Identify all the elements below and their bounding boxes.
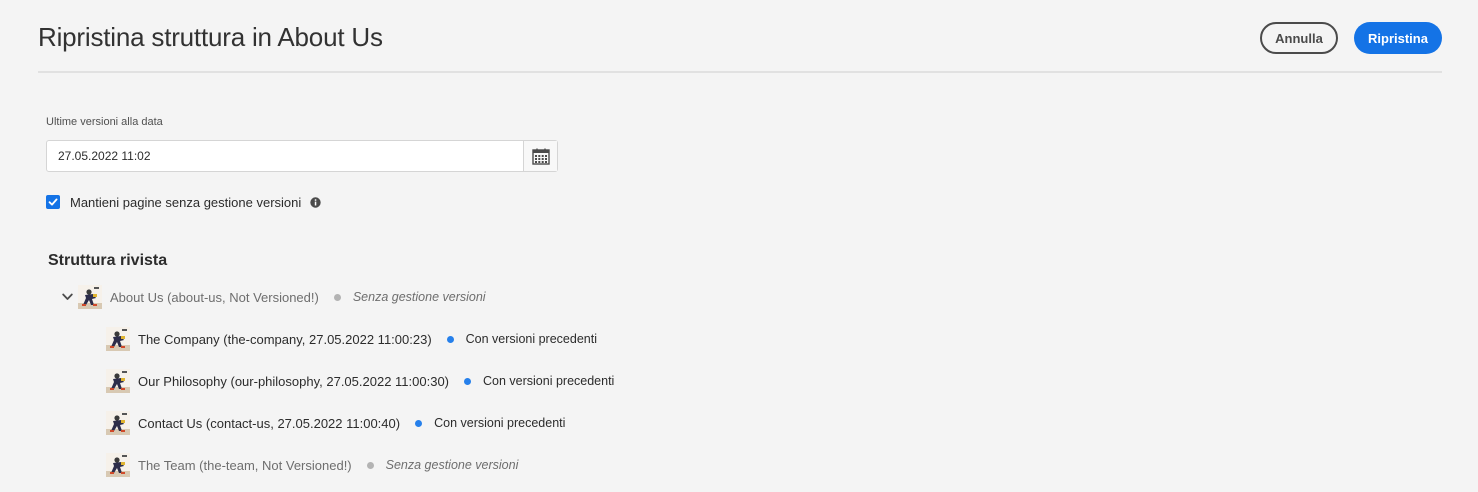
- status-text: Senza gestione versioni: [352, 290, 486, 304]
- status-dot: [366, 461, 374, 469]
- dialog-header: Ripristina struttura in About Us Annulla…: [38, 0, 1442, 73]
- status-dot: [415, 419, 423, 427]
- keep-unversioned-checkbox[interactable]: [46, 195, 60, 209]
- tree-node-child[interactable]: The Company (the-company, 27.05.2022 11:…: [106, 327, 597, 351]
- calendar-button[interactable]: [523, 141, 557, 171]
- page-thumbnail-icon: [106, 327, 130, 351]
- page-thumbnail-icon: [106, 411, 130, 435]
- chevron-down-icon[interactable]: [61, 291, 73, 303]
- tree-node-label: The Company (the-company, 27.05.2022 11:…: [138, 331, 432, 347]
- status-dot: [464, 377, 471, 385]
- info-icon[interactable]: [310, 196, 321, 208]
- restore-tree-dialog: Ripristina struttura in About Us Annulla…: [0, 0, 1478, 492]
- date-field-label: Ultime versioni alla data: [46, 116, 163, 128]
- tree-node-child[interactable]: The Team (the-team, Not Versioned!) Senz…: [106, 453, 518, 477]
- cancel-button[interactable]: Annulla: [1260, 22, 1338, 54]
- tree-node-child[interactable]: Our Philosophy (our-philosophy, 27.05.20…: [106, 369, 614, 393]
- section-title: Struttura rivista: [48, 252, 168, 269]
- status-dot: [333, 293, 341, 301]
- tree-node-label: The Team (the-team, Not Versioned!): [138, 457, 352, 473]
- checkmark-icon: [48, 198, 58, 206]
- page-thumbnail-icon: [106, 369, 130, 393]
- tree-node-child[interactable]: Contact Us (contact-us, 27.05.2022 11:00…: [106, 411, 565, 435]
- tree-node-label: Our Philosophy (our-philosophy, 27.05.20…: [138, 373, 449, 389]
- calendar-icon: [531, 148, 550, 165]
- tree-node-label: About Us (about-us, Not Versioned!): [110, 289, 319, 305]
- status-dot: [446, 335, 454, 343]
- status-text: Con versioni precedenti: [465, 332, 597, 346]
- date-picker: [46, 140, 558, 172]
- date-input[interactable]: [47, 141, 525, 171]
- page-title: Ripristina struttura in About Us: [38, 22, 383, 52]
- keep-unversioned-label[interactable]: Mantieni pagine senza gestione versioni: [70, 195, 301, 210]
- keep-unversioned-option: Mantieni pagine senza gestione versioni: [46, 194, 321, 210]
- status-text: Senza gestione versioni: [385, 458, 519, 472]
- page-thumbnail-icon: [106, 453, 130, 477]
- tree-node-root[interactable]: About Us (about-us, Not Versioned!) Senz…: [61, 285, 486, 309]
- restore-button[interactable]: Ripristina: [1354, 22, 1442, 54]
- tree-node-label: Contact Us (contact-us, 27.05.2022 11:00…: [138, 415, 401, 431]
- page-thumbnail-icon: [78, 285, 102, 309]
- status-text: Con versioni precedenti: [483, 374, 615, 388]
- status-text: Con versioni precedenti: [434, 416, 566, 430]
